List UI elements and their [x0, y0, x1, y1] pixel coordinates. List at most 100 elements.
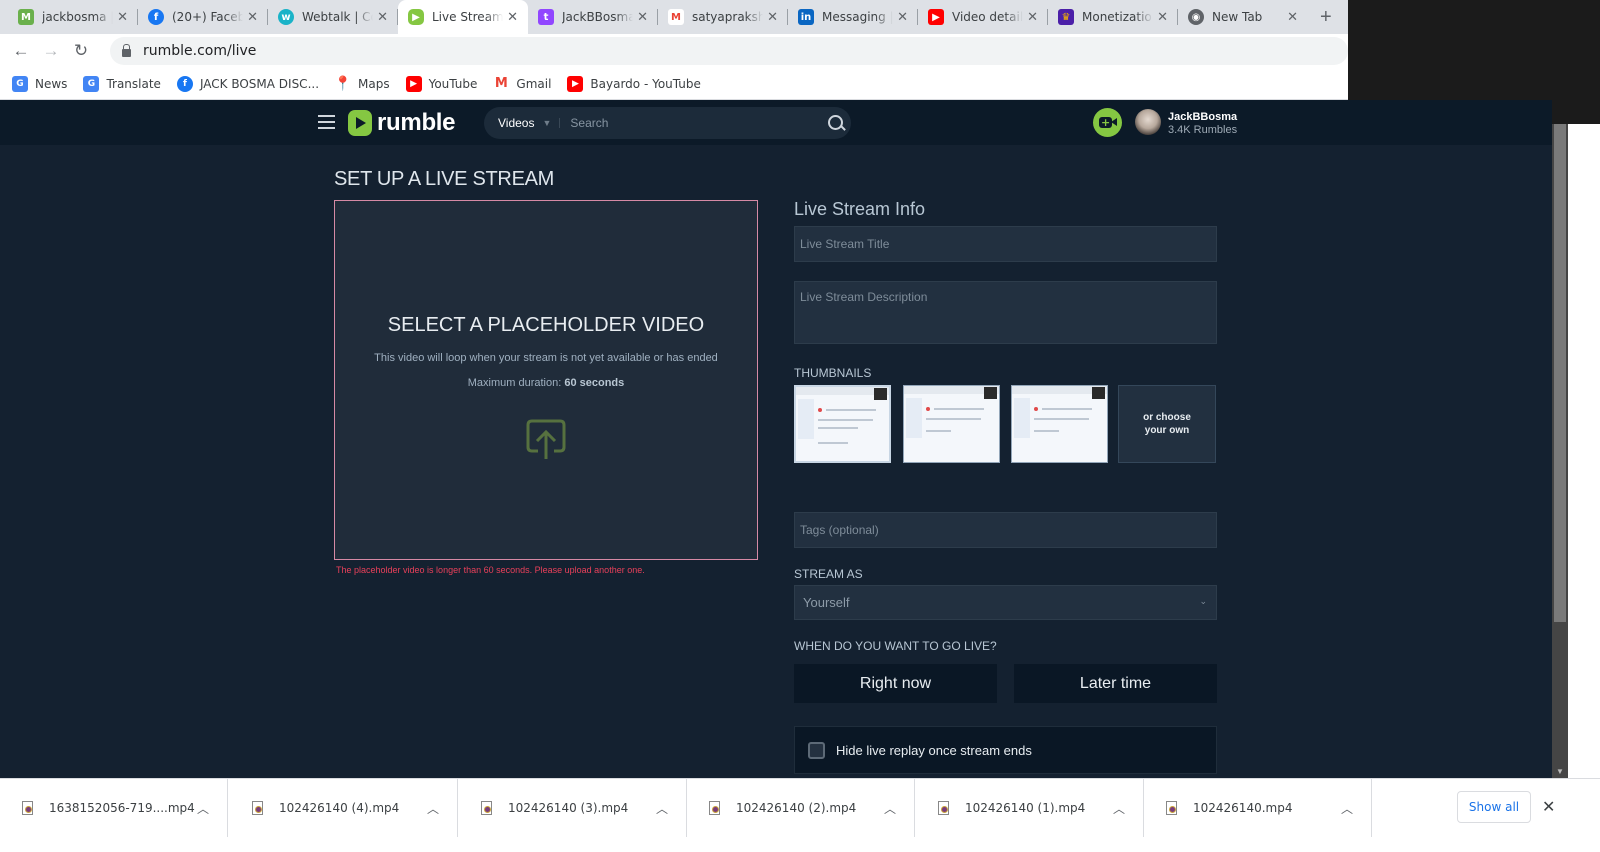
video-file-icon: [938, 801, 949, 815]
browser-tab[interactable]: ◉ New Tab ✕: [1178, 0, 1308, 34]
close-icon[interactable]: ✕: [247, 10, 258, 25]
rumble-logo-icon: [348, 110, 372, 136]
live-stream-title-input[interactable]: Live Stream Title: [794, 226, 1217, 262]
tags-input[interactable]: Tags (optional): [794, 512, 1217, 548]
chevron-down-icon: ⌄: [1199, 596, 1207, 606]
browser-tab[interactable]: t JackBBosma ✕: [528, 0, 658, 34]
bookmark-youtube[interactable]: ▶ YouTube: [405, 75, 477, 92]
bookmark-translate[interactable]: G Translate: [83, 75, 161, 92]
m-logo-icon: M: [18, 9, 34, 25]
facebook-icon: f: [148, 9, 164, 25]
close-icon[interactable]: ✕: [897, 10, 908, 25]
chrome-icon: ◉: [1188, 9, 1204, 25]
upload-icon[interactable]: [526, 413, 566, 461]
download-item[interactable]: 102426140 (4).mp4 ︿: [230, 779, 458, 837]
search-category-select[interactable]: Videos: [498, 116, 534, 130]
new-tab-button[interactable]: +: [1320, 6, 1332, 29]
search-icon[interactable]: [821, 108, 851, 138]
chevron-down-icon[interactable]: ▼: [542, 118, 561, 128]
lock-icon: [122, 44, 131, 57]
download-item[interactable]: 1638152056-719....mp4 ︿: [0, 779, 228, 837]
google-translate-icon: G: [83, 75, 100, 92]
right-now-button[interactable]: Right now: [794, 664, 997, 703]
chevron-up-icon[interactable]: ︿: [427, 800, 439, 817]
download-item[interactable]: 102426140 (3).mp4 ︿: [459, 779, 687, 837]
user-rumbles-count: 3.4K Rumbles: [1168, 124, 1238, 136]
bookmark-bayardo[interactable]: ▶ Bayardo - YouTube: [567, 75, 701, 92]
placeholder-error-message: The placeholder video is longer than 60 …: [336, 565, 645, 575]
hide-replay-option[interactable]: Hide live replay once stream ends: [794, 726, 1217, 774]
facebook-icon: f: [176, 75, 193, 92]
video-file-icon: [22, 801, 33, 815]
bookmark-maps[interactable]: 📍 Maps: [334, 76, 389, 92]
video-file-icon: [252, 801, 263, 815]
linkedin-icon: in: [798, 9, 814, 25]
chevron-up-icon[interactable]: ︿: [884, 800, 896, 817]
back-icon[interactable]: ←: [6, 41, 36, 61]
download-item[interactable]: 102426140 (1).mp4 ︿: [916, 779, 1144, 837]
browser-tab[interactable]: f(20+) Facebook✕: [138, 0, 268, 34]
close-icon[interactable]: ✕: [507, 10, 518, 25]
chevron-up-icon[interactable]: ︿: [1341, 800, 1353, 817]
url-text: rumble.com/live: [143, 43, 257, 59]
chevron-up-icon[interactable]: ︿: [1113, 800, 1125, 817]
download-item[interactable]: 102426140 (2).mp4 ︿: [687, 779, 915, 837]
page-scrollbar[interactable]: ▼: [1552, 124, 1568, 778]
browser-tab-active[interactable]: ▶ Live Stream ✕: [398, 0, 528, 34]
browser-toolbar: ← → ↻ rumble.com/live: [0, 34, 1348, 68]
avatar[interactable]: [1135, 109, 1161, 135]
youtube-icon: ▶: [928, 9, 944, 25]
close-icon[interactable]: ✕: [1027, 10, 1038, 25]
thumbnail-option[interactable]: [1011, 385, 1108, 463]
browser-tab[interactable]: Mjackbosma | ✕: [8, 0, 138, 34]
thumbnail-option[interactable]: [903, 385, 1000, 463]
go-live-camera-button[interactable]: +: [1093, 108, 1122, 137]
reload-icon[interactable]: ↻: [66, 41, 96, 61]
stream-as-select[interactable]: Yourself ⌄: [794, 585, 1217, 620]
placeholder-video-dropzone[interactable]: SELECT A PLACEHOLDER VIDEO This video wi…: [334, 200, 758, 560]
browser-tab[interactable]: w Webtalk | Co ✕: [268, 0, 398, 34]
youtube-icon: ▶: [405, 75, 422, 92]
placeholder-duration: Maximum duration: 60 seconds: [467, 377, 625, 389]
rumble-logo[interactable]: rumble: [348, 109, 456, 137]
browser-tab[interactable]: ♛ Monetizatio ✕: [1048, 0, 1178, 34]
gmail-icon: M: [668, 9, 684, 25]
close-icon[interactable]: ✕: [767, 10, 778, 25]
rumble-icon: ▶: [408, 9, 424, 25]
browser-tab[interactable]: in Messaging | ✕: [788, 0, 918, 34]
choose-own-thumbnail-button[interactable]: or choose your own: [1118, 385, 1216, 463]
live-stream-description-input[interactable]: Live Stream Description: [794, 281, 1217, 344]
close-icon[interactable]: ✕: [1542, 797, 1555, 817]
bookmark-news[interactable]: G News: [12, 75, 67, 92]
chevron-up-icon[interactable]: ︿: [656, 800, 668, 817]
bookmarks-bar: G News G Translate f JACK BOSMA DISC... 📍 Ma…: [0, 68, 1348, 100]
menu-icon[interactable]: [318, 115, 335, 129]
placeholder-subtitle: This video will loop when your stream is…: [374, 352, 718, 364]
close-icon[interactable]: ✕: [1287, 10, 1298, 25]
search-input[interactable]: [570, 116, 821, 130]
close-icon[interactable]: ✕: [117, 10, 128, 25]
later-time-button[interactable]: Later time: [1014, 664, 1217, 703]
chevron-up-icon[interactable]: ︿: [197, 800, 209, 817]
stream-as-label: STREAM AS: [794, 567, 863, 581]
user-name[interactable]: JackBBosma: [1168, 111, 1237, 123]
hide-replay-checkbox[interactable]: [808, 741, 825, 759]
browser-tab[interactable]: Msatyapraksh ✕: [658, 0, 788, 34]
close-icon[interactable]: ✕: [637, 10, 648, 25]
hide-replay-label: Hide live replay once stream ends: [836, 742, 1032, 758]
bookmark-jack-bosma[interactable]: f JACK BOSMA DISC...: [176, 75, 319, 92]
video-file-icon: [481, 801, 492, 815]
close-icon[interactable]: ✕: [377, 10, 388, 25]
show-all-downloads-button[interactable]: Show all: [1457, 791, 1531, 823]
browser-tab[interactable]: ▶ Video detail ✕: [918, 0, 1048, 34]
forward-icon[interactable]: →: [36, 41, 66, 61]
download-item[interactable]: 102426140.mp4 ︿: [1144, 779, 1372, 837]
thumbnails-label: THUMBNAILS: [794, 366, 872, 380]
thumbnail-option[interactable]: [794, 385, 891, 463]
scroll-down-arrow-icon[interactable]: ▼: [1556, 767, 1564, 776]
address-bar[interactable]: rumble.com/live: [110, 37, 1348, 65]
video-file-icon: [1166, 801, 1177, 815]
scrollbar-thumb[interactable]: [1554, 124, 1566, 622]
bookmark-gmail[interactable]: M Gmail: [493, 76, 551, 92]
close-icon[interactable]: ✕: [1157, 10, 1168, 25]
